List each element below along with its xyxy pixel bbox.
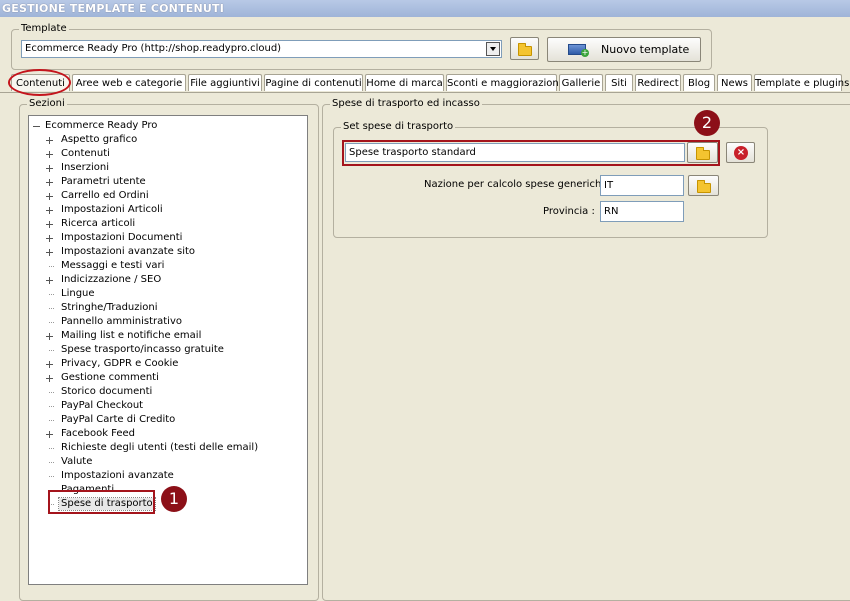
tree-item[interactable]: Lingue — [61, 288, 95, 300]
tab-blog[interactable]: Blog — [683, 74, 715, 91]
tab-divider — [0, 92, 850, 93]
new-template-label: Nuovo template — [601, 43, 690, 56]
expand-icon[interactable] — [46, 277, 53, 284]
province-field[interactable]: RN — [600, 201, 684, 222]
tree-item[interactable]: Impostazioni avanzate — [61, 470, 174, 482]
expand-icon[interactable] — [46, 431, 53, 438]
tree-item[interactable]: Spese trasporto/incasso gratuite — [61, 344, 224, 356]
province-label: Provincia : — [543, 206, 595, 217]
tree-root[interactable]: Ecommerce Ready Pro — [45, 120, 157, 132]
tree-item[interactable]: Mailing list e notifiche email — [61, 330, 201, 342]
annotation-badge-2: 2 — [694, 110, 720, 136]
template-group-label: Template — [19, 23, 69, 35]
annotation-rect-shipping — [342, 140, 720, 166]
window-title: GESTIONE TEMPLATE E CONTENUTI — [0, 0, 850, 17]
tree-item[interactable]: Indicizzazione / SEO — [61, 274, 161, 286]
tree-item[interactable]: Gestione commenti — [61, 372, 159, 384]
tree-item[interactable]: Aspetto grafico — [61, 134, 137, 146]
tree-item[interactable]: Messaggi e testi vari — [61, 260, 164, 272]
tab-home-marca[interactable]: Home di marca — [365, 74, 444, 91]
tree-item[interactable]: Impostazioni avanzate sito — [61, 246, 195, 258]
tree-connector — [49, 406, 54, 408]
tab-file-aggiuntivi[interactable]: File aggiuntivi — [188, 74, 262, 91]
tree-connector — [49, 308, 54, 310]
tree-connector — [49, 350, 54, 352]
annotation-ellipse-tab — [8, 69, 71, 96]
chevron-down-icon[interactable] — [486, 42, 500, 56]
tree-item[interactable]: Ricerca articoli — [61, 218, 135, 230]
tree-item[interactable]: Impostazioni Articoli — [61, 204, 163, 216]
tree-item[interactable]: Carrello ed Ordini — [61, 190, 149, 202]
tree-item[interactable]: Valute — [61, 456, 92, 468]
tree-connector — [49, 322, 54, 324]
tree-item[interactable]: PayPal Carte di Credito — [61, 414, 175, 426]
shipping-set-delete-button[interactable]: × — [726, 142, 755, 163]
expand-icon[interactable] — [46, 375, 53, 382]
nation-field[interactable]: IT — [600, 175, 684, 196]
tree-item[interactable]: Facebook Feed — [61, 428, 135, 440]
tree-connector — [49, 448, 54, 450]
tab-template-plugins[interactable]: Template e plugins — [754, 74, 849, 91]
tree-connector — [49, 392, 54, 394]
expand-icon[interactable] — [46, 235, 53, 242]
sections-group-label: Sezioni — [27, 98, 67, 110]
tab-redirect[interactable]: Redirect — [635, 74, 681, 91]
tree-connector — [49, 294, 54, 296]
folder-icon — [697, 180, 711, 193]
expand-icon[interactable] — [46, 137, 53, 144]
expand-icon[interactable] — [46, 165, 53, 172]
expand-icon[interactable] — [46, 207, 53, 214]
nation-label: Nazione per calcolo spese generiche : — [424, 179, 614, 190]
expand-icon[interactable] — [46, 333, 53, 340]
tab-sconti[interactable]: Sconti e maggiorazioni — [446, 74, 561, 91]
tree-connector — [49, 266, 54, 268]
tab-siti[interactable]: Siti — [605, 74, 633, 91]
expand-icon[interactable] — [46, 193, 53, 200]
tab-news[interactable]: News — [717, 74, 752, 91]
expand-icon[interactable] — [46, 221, 53, 228]
tree-item[interactable]: Richieste degli utenti (testi delle emai… — [61, 442, 258, 454]
shipping-group-label: Spese di trasporto ed incasso — [330, 98, 482, 110]
tree-connector — [49, 420, 54, 422]
nation-browse-button[interactable] — [688, 175, 719, 196]
tab-pagine-contenuti[interactable]: Pagine di contenuti — [264, 74, 363, 91]
annotation-rect-tree — [48, 490, 155, 514]
expand-icon[interactable] — [46, 151, 53, 158]
open-template-button[interactable] — [510, 37, 539, 60]
tree-item[interactable]: Privacy, GDPR e Cookie — [61, 358, 178, 370]
tree-item[interactable]: Storico documenti — [61, 386, 152, 398]
template-combo-value: Ecommerce Ready Pro (http://shop.readypr… — [25, 43, 282, 54]
tree-item[interactable]: PayPal Checkout — [61, 400, 143, 412]
close-icon: × — [734, 146, 748, 160]
tree-item[interactable]: Parametri utente — [61, 176, 146, 188]
tree-item[interactable]: Impostazioni Documenti — [61, 232, 182, 244]
expand-icon[interactable] — [46, 249, 53, 256]
collapse-icon[interactable] — [33, 123, 40, 130]
folder-icon — [518, 43, 532, 56]
tree-connector — [49, 476, 54, 478]
tab-gallerie[interactable]: Gallerie — [559, 74, 603, 91]
expand-icon[interactable] — [46, 361, 53, 368]
expand-icon[interactable] — [46, 179, 53, 186]
sections-tree[interactable]: Ecommerce Ready Pro Aspetto grafico Conte… — [28, 115, 308, 585]
tree-item[interactable]: Inserzioni — [61, 162, 109, 174]
template-combo[interactable]: Ecommerce Ready Pro (http://shop.readypr… — [21, 40, 502, 58]
tree-item[interactable]: Contenuti — [61, 148, 110, 160]
tree-connector — [49, 462, 54, 464]
add-icon: + — [581, 48, 589, 57]
tab-aree-web[interactable]: Aree web e categorie — [72, 74, 186, 91]
shipping-set-label: Set spese di trasporto — [341, 121, 456, 133]
annotation-badge-1: 1 — [161, 486, 187, 512]
tree-item[interactable]: Pannello amministrativo — [61, 316, 182, 328]
new-template-button[interactable]: + Nuovo template — [547, 37, 701, 62]
tree-item[interactable]: Stringhe/Traduzioni — [61, 302, 158, 314]
